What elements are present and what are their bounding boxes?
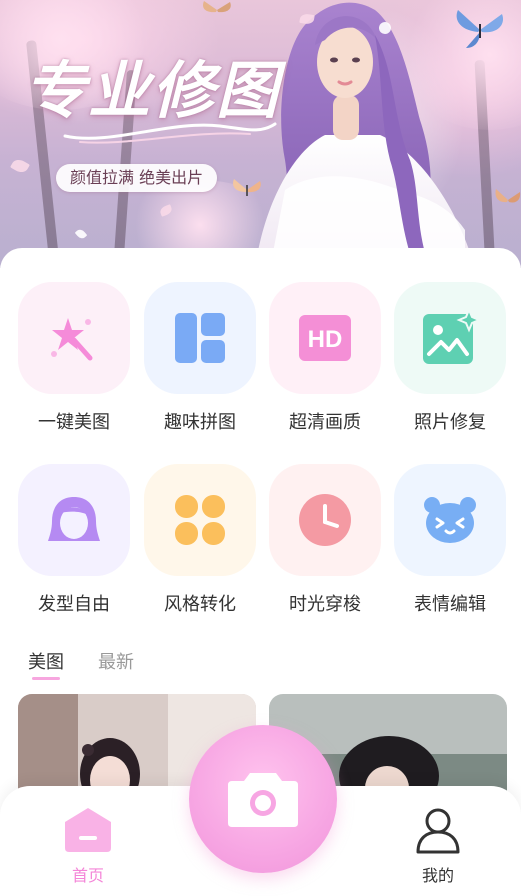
tool-one-click-beautify[interactable]: 一键美图	[18, 282, 130, 434]
hairstyle-icon	[48, 497, 100, 541]
petal	[74, 227, 88, 241]
butterfly-icon	[495, 189, 521, 203]
tool-time-travel[interactable]: 时光穿梭	[269, 464, 381, 616]
collage-layout-icon	[175, 313, 225, 363]
tab-latest[interactable]: 最新	[98, 648, 134, 680]
image-repair-icon	[423, 310, 479, 364]
nav-profile-label: 我的	[421, 866, 454, 885]
petal	[10, 156, 30, 176]
tool-photo-restore[interactable]: 照片修复	[394, 282, 506, 434]
tool-expression-edit[interactable]: 表情编辑	[394, 464, 506, 616]
tool-icon-bg: HD	[269, 282, 381, 394]
tool-icon-bg	[18, 464, 130, 576]
nav-home-label: 首页	[71, 866, 104, 885]
nav-profile[interactable]: 我的	[398, 806, 478, 886]
hero-banner[interactable]: 专业修图 颜值拉满 绝美出片	[0, 0, 521, 268]
tool-icon-bg	[394, 464, 506, 576]
tool-label: 时光穿梭	[289, 594, 361, 615]
tool-hd-quality[interactable]: HD 超清画质	[269, 282, 381, 434]
tool-label: 照片修复	[414, 412, 486, 433]
magic-wand-icon	[51, 318, 93, 361]
butterfly-icon	[456, 10, 504, 48]
tool-icon-bg	[144, 282, 256, 394]
tool-label: 一键美图	[38, 412, 110, 433]
tool-icon-bg	[269, 464, 381, 576]
hd-icon: HD	[299, 315, 351, 361]
tool-icon-bg	[144, 464, 256, 576]
camera-icon	[228, 773, 298, 827]
tool-icon-bg	[394, 282, 506, 394]
tool-label: 风格转化	[164, 594, 236, 615]
butterfly-icon	[233, 179, 261, 196]
home-icon	[65, 808, 111, 852]
butterfly-icon	[203, 1, 231, 13]
bear-face-icon	[424, 497, 476, 543]
nav-home[interactable]: 首页	[48, 806, 128, 886]
tool-label: 发型自由	[38, 594, 110, 615]
tool-fun-collage[interactable]: 趣味拼图	[144, 282, 256, 434]
tool-style-transfer[interactable]: 风格转化	[144, 464, 256, 616]
tool-label: 趣味拼图	[164, 412, 236, 433]
tool-icon-bg	[18, 282, 130, 394]
tab-meitu[interactable]: 美图	[28, 648, 64, 680]
camera-button[interactable]	[189, 725, 337, 873]
banner-subtitle: 颜值拉满 绝美出片	[56, 164, 218, 192]
tool-label: 表情编辑	[414, 594, 486, 615]
tool-hairstyle[interactable]: 发型自由	[18, 464, 130, 616]
tool-label: 超清画质	[289, 412, 361, 433]
feed-tabs: 美图 最新	[28, 648, 134, 680]
clock-icon	[299, 494, 351, 546]
title-swirl-decoration	[63, 122, 277, 144]
user-icon	[416, 808, 460, 854]
svg-text:HD: HD	[308, 326, 343, 353]
clover-icon	[175, 495, 225, 545]
